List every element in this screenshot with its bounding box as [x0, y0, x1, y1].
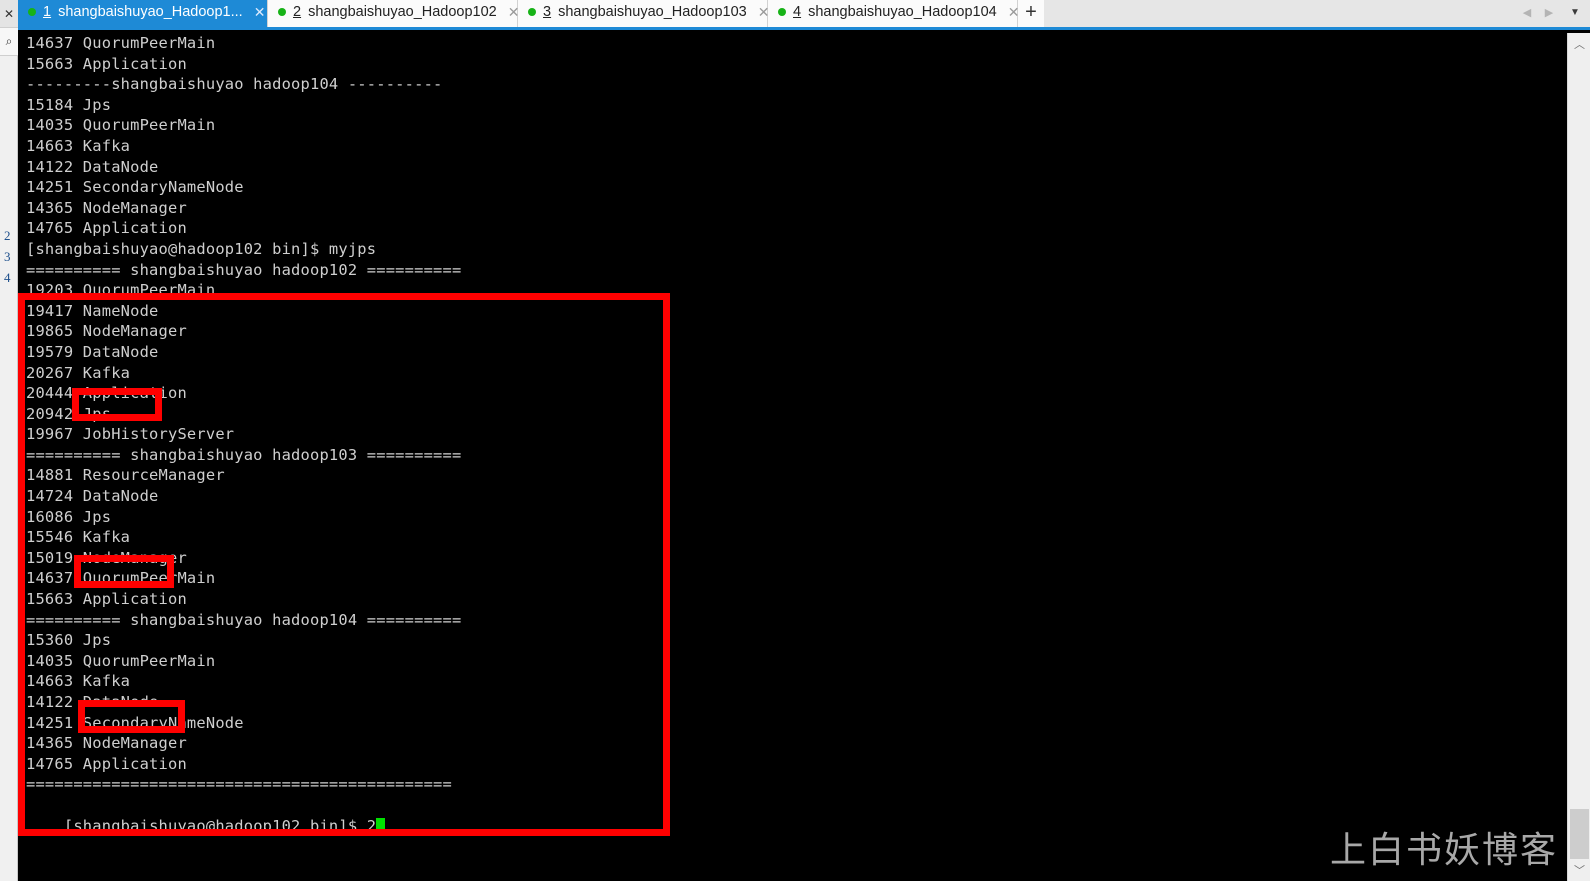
left-rail-tab-list: 2 3 4 [0, 225, 18, 288]
tab-bar-spacer [1044, 0, 1516, 27]
terminal-line: [shangbaishuyao@hadoop102 bin]$ myjps [26, 239, 377, 258]
terminal-line: ========================================… [26, 775, 452, 794]
status-dot-icon [528, 8, 536, 16]
tab-hadoop101[interactable]: 1 shangbaishuyao_Hadoop1... ✕ [18, 0, 268, 27]
status-dot-icon [28, 8, 36, 16]
scroll-up-icon[interactable]: ︿ [1568, 33, 1590, 55]
terminal-line: 15184 Jps [26, 95, 112, 114]
terminal-line: 14251 SecondaryNameNode [26, 178, 244, 197]
terminal-line: ========== shangbaishuyao hadoop102 ====… [26, 260, 462, 279]
terminal-prompt-line: [shangbaishuyao@hadoop102 bin]$ 2 [19, 795, 1567, 835]
tab-label: shangbaishuyao_Hadoop1... [58, 4, 243, 20]
terminal-line: 14765 Application [26, 754, 187, 773]
chevron-left-icon[interactable]: ◀ [1516, 0, 1538, 27]
left-rail-tab-2[interactable]: 2 [0, 225, 18, 246]
terminal-line: 15663 Application [26, 590, 187, 609]
scroll-down-icon[interactable]: ﹀ [1568, 859, 1590, 881]
tab-index: 3 [543, 4, 552, 20]
terminal-line: ========== shangbaishuyao hadoop103 ====… [26, 445, 462, 464]
terminal-line: 14035 QuorumPeerMain [26, 116, 216, 135]
left-rail-tab-3[interactable]: 3 [0, 246, 18, 267]
terminal-output[interactable]: 14637 QuorumPeerMain 15663 Application ---… [19, 33, 1567, 881]
terminal-line: 14365 NodeManager [26, 198, 187, 217]
terminal-line: 19579 DataNode [26, 342, 159, 361]
terminal-line: 20444 Application [26, 384, 187, 403]
terminal-line: 14881 ResourceManager [26, 466, 225, 485]
terminal-line: 20267 Kafka [26, 363, 131, 382]
terminal-line: 15663 Application [26, 54, 187, 73]
chevron-down-icon[interactable]: ▼ [1560, 0, 1590, 27]
terminal-line: 14637 QuorumPeerMain [26, 569, 216, 588]
terminal-line: 14724 DataNode [26, 487, 159, 506]
terminal-line: 19417 NameNode [26, 301, 159, 320]
tab-label: shangbaishuyao_Hadoop102 [308, 4, 497, 20]
tab-index: 2 [293, 4, 302, 20]
terminal-line: 14663 Kafka [26, 136, 131, 155]
terminal-line: 16086 Jps [26, 507, 112, 526]
terminal-line: 14365 NodeManager [26, 734, 187, 753]
prompt-text: [shangbaishuyao@hadoop102 bin]$ 2 [63, 816, 377, 835]
tab-index: 4 [793, 4, 802, 20]
search-icon[interactable]: ⌕ [0, 28, 18, 56]
terminal-line: 19203 QuorumPeerMain [26, 281, 216, 300]
close-icon[interactable]: ✕ [0, 0, 18, 28]
scrollbar-thumb[interactable] [1570, 809, 1589, 859]
close-icon[interactable]: ✕ [250, 4, 266, 21]
tab-hadoop104[interactable]: 4 shangbaishuyao_Hadoop104 ✕ [768, 0, 1019, 27]
terminal-line: 15019 NodeManager [26, 548, 187, 567]
tab-hadoop102[interactable]: 2 shangbaishuyao_Hadoop102 ✕ [268, 0, 519, 27]
vertical-scrollbar[interactable]: ︿ ﹀ [1567, 33, 1590, 881]
terminal-line: 14035 QuorumPeerMain [26, 651, 216, 670]
tab-bar: 1 shangbaishuyao_Hadoop1... ✕ 2 shangbai… [18, 0, 1590, 30]
left-rail: ✕ ⌕ 2 3 4 [0, 0, 18, 881]
terminal-line: 20942 Jps [26, 404, 112, 423]
tab-label: shangbaishuyao_Hadoop104 [808, 4, 997, 20]
new-tab-button[interactable]: + [1018, 0, 1044, 27]
text-cursor [376, 817, 386, 833]
terminal-line: 14663 Kafka [26, 672, 131, 691]
chevron-right-icon[interactable]: ▶ [1538, 0, 1560, 27]
tab-label: shangbaishuyao_Hadoop103 [558, 4, 747, 20]
tab-index: 1 [43, 4, 52, 20]
left-rail-tab-4[interactable]: 4 [0, 267, 18, 288]
terminal-line: 19865 NodeManager [26, 322, 187, 341]
terminal-line: 15546 Kafka [26, 528, 131, 547]
terminal-line: 14122 DataNode [26, 693, 159, 711]
terminal-line: ========== shangbaishuyao hadoop104 ====… [26, 610, 462, 629]
terminal-line: 14122 DataNode [26, 157, 159, 176]
terminal-line: 14251 SecondaryNameNode [26, 713, 244, 732]
status-dot-icon [778, 8, 786, 16]
terminal-line: 14765 Application [26, 219, 187, 238]
terminal-line: 15360 Jps [26, 631, 112, 650]
terminal-line: 19967 JobHistoryServer [26, 425, 235, 444]
terminal-line: 14637 QuorumPeerMain [26, 34, 216, 52]
tab-hadoop103[interactable]: 3 shangbaishuyao_Hadoop103 ✕ [518, 0, 769, 27]
terminal-line-list: 14637 QuorumPeerMain 15663 Application ---… [19, 33, 1567, 795]
terminal-line: ---------shangbaishuyao hadoop104 ------… [26, 75, 443, 94]
status-dot-icon [278, 8, 286, 16]
